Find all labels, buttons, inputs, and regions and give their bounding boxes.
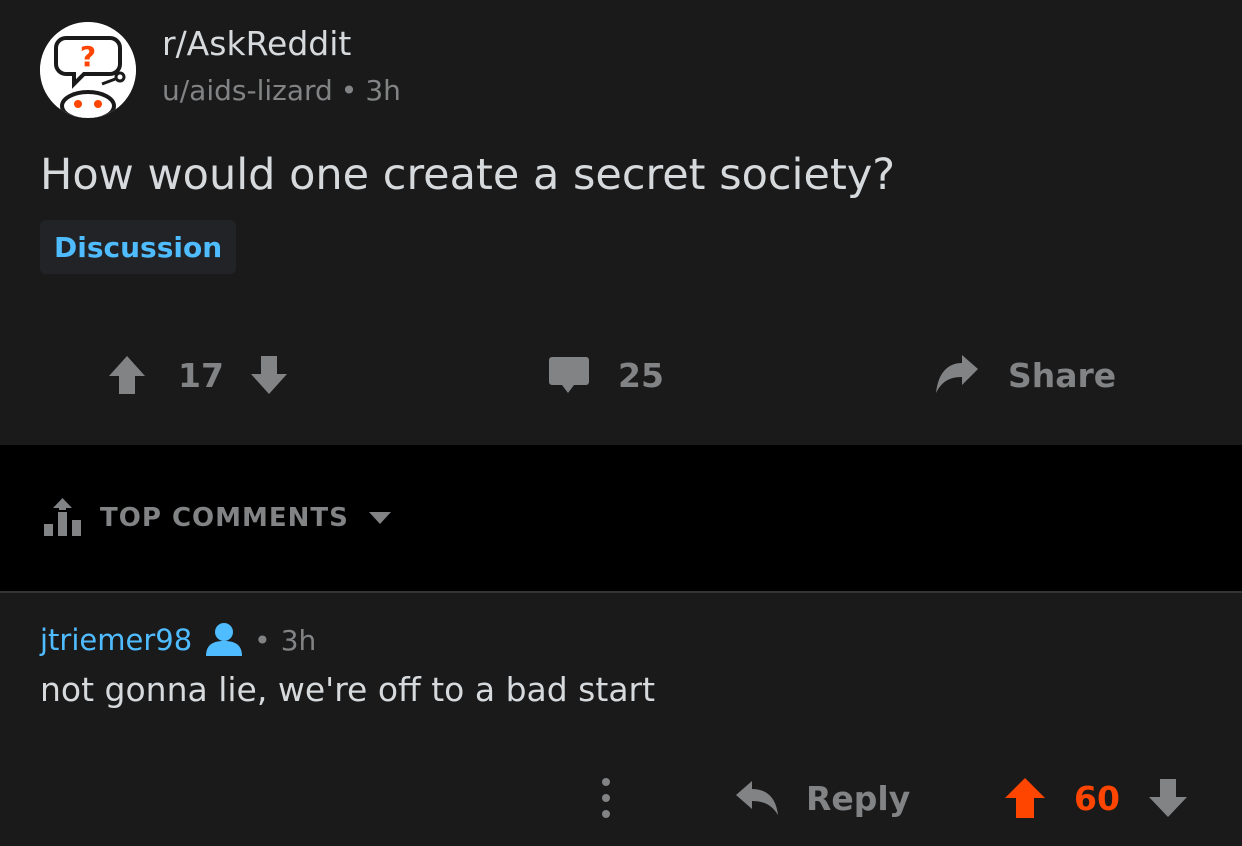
post-meta: u/aids-lizard • 3h	[162, 74, 409, 107]
post-card: ? r/AskReddit u/aids-lizard • 3h How would…	[0, 0, 1242, 445]
comment-sort-dropdown[interactable]: TOP COMMENTS	[42, 496, 393, 540]
comment-body: not gonna lie, we're off to a bad start	[40, 670, 656, 709]
subreddit-name[interactable]: r/AskReddit	[162, 24, 351, 63]
post-score: 17	[178, 355, 224, 395]
user-icon	[204, 622, 244, 658]
upvote-icon[interactable]	[108, 354, 146, 396]
downvote-icon[interactable]	[1148, 777, 1188, 819]
post-author[interactable]: u/aids-lizard	[162, 74, 333, 107]
comment-vote-group: 60	[1004, 770, 1188, 826]
vertical-dots-icon	[594, 776, 618, 820]
downvote-icon[interactable]	[250, 354, 288, 396]
reply-button[interactable]: Reply	[734, 770, 910, 826]
svg-text:?: ?	[80, 40, 96, 73]
share-arrow-icon	[934, 353, 980, 397]
sort-bars-icon	[42, 496, 86, 540]
reply-arrow-icon	[734, 779, 780, 817]
sort-label: TOP COMMENTS	[100, 503, 349, 533]
comment-more-button[interactable]	[594, 770, 618, 826]
subreddit-avatar[interactable]: ?	[40, 22, 136, 118]
comment-separator: •	[254, 623, 271, 657]
chevron-down-icon	[367, 510, 393, 526]
comment-age: 3h	[280, 623, 317, 657]
askreddit-logo-icon: ?	[40, 22, 136, 118]
comments-button[interactable]: 25	[548, 340, 664, 410]
post-actions: 17 25 Share	[0, 340, 1242, 410]
comment-count: 25	[618, 355, 664, 395]
post-title[interactable]: How would one create a secret society?	[40, 150, 895, 200]
post-vote-group: 17	[108, 340, 288, 410]
post-flair[interactable]: Discussion	[40, 220, 237, 274]
share-label: Share	[1008, 355, 1117, 395]
reply-label: Reply	[806, 778, 911, 818]
post-age: 3h	[365, 74, 401, 107]
comment-username[interactable]: jtriemer98	[40, 623, 192, 657]
comment-header: jtriemer98 • 3h	[40, 620, 316, 660]
meta-separator: •	[340, 74, 358, 107]
share-button[interactable]: Share	[934, 340, 1116, 410]
comment-bubble-icon	[548, 355, 590, 395]
upvote-icon[interactable]	[1004, 776, 1046, 820]
comment-score: 60	[1074, 778, 1120, 818]
